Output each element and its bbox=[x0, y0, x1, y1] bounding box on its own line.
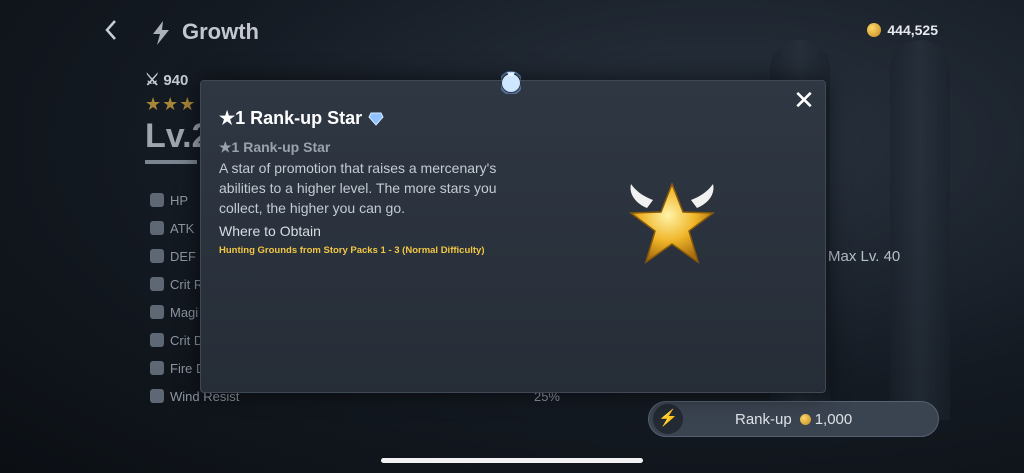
chevron-left-icon bbox=[105, 20, 116, 40]
modal-title-text: ★1 Rank-up Star bbox=[219, 108, 363, 128]
coin-icon bbox=[799, 413, 811, 425]
close-button[interactable]: ✕ bbox=[793, 87, 815, 113]
hp-icon bbox=[150, 193, 164, 207]
background-pillar bbox=[890, 40, 950, 420]
exp-bar bbox=[145, 160, 197, 164]
item-bag-icon bbox=[501, 71, 521, 94]
rank-up-button[interactable]: ⚡ Rank-up 1,000 bbox=[648, 401, 939, 437]
crit-damage-icon bbox=[150, 333, 164, 347]
atk-icon bbox=[150, 221, 164, 235]
currency-value: 444,525 bbox=[887, 22, 938, 38]
stat-label: HP bbox=[170, 192, 189, 208]
item-subtitle: ★1 Rank-up Star bbox=[219, 139, 331, 155]
winged-star-icon bbox=[628, 181, 716, 264]
combat-power-value: 940 bbox=[163, 71, 189, 89]
wind-icon bbox=[150, 389, 164, 403]
def-icon bbox=[150, 249, 164, 263]
stat-label: DEF bbox=[170, 248, 196, 264]
home-indicator[interactable] bbox=[381, 458, 643, 463]
stat-label: ATK bbox=[170, 220, 195, 236]
lightning-icon bbox=[153, 21, 169, 45]
crit-rate-icon bbox=[150, 277, 164, 291]
rank-up-cost-value: 1,000 bbox=[814, 410, 853, 428]
fire-icon bbox=[150, 361, 164, 375]
coin-icon bbox=[867, 23, 882, 37]
lightning-icon: ⚡ bbox=[653, 404, 683, 434]
page-title: Growth bbox=[182, 19, 259, 44]
rank-up-label: Rank-up bbox=[735, 410, 792, 428]
obtain-heading: Where to Obtain bbox=[219, 223, 321, 239]
crossed-swords-icon: ⚔ bbox=[145, 72, 160, 89]
rank-up-cost: 1,000 bbox=[799, 410, 853, 428]
diamond-icon bbox=[368, 112, 384, 126]
item-description: A star of promotion that raises a mercen… bbox=[219, 160, 497, 216]
stat-label: Crit D bbox=[170, 332, 204, 348]
stat-label: Magi bbox=[170, 304, 199, 320]
modal-title: ★1 Rank-up Star bbox=[219, 108, 384, 129]
max-level-label: Max Lv. 40 bbox=[828, 248, 901, 265]
top-bar: Growth 444,525 bbox=[0, 0, 1024, 64]
obtain-source-link[interactable]: Hunting Grounds from Story Packs 1 - 3 (… bbox=[219, 245, 485, 256]
back-button[interactable] bbox=[98, 18, 124, 46]
currency-display: 444,525 bbox=[867, 22, 938, 38]
magic-icon bbox=[150, 305, 164, 319]
stat-label: Crit R bbox=[170, 276, 204, 292]
item-info-modal: ✕ ★1 Rank-up Star ★1 Rank-up Star A star… bbox=[200, 80, 826, 393]
